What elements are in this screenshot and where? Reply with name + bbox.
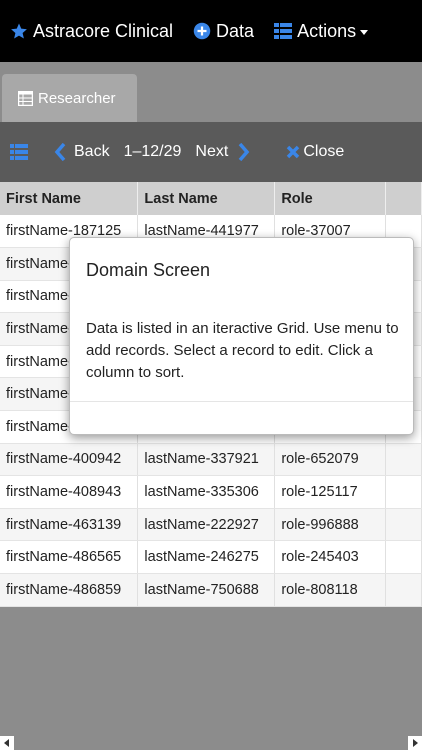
cell-first-name: firstName-408943	[0, 475, 139, 509]
cell-role: role-125117	[274, 475, 387, 509]
caret-down-icon	[360, 30, 369, 35]
cell-role: role-652079	[274, 443, 387, 477]
table-row[interactable]: firstName-463139 lastName-222927 role-9968…	[0, 508, 422, 542]
brand-label: Astracore Clinical	[33, 20, 174, 41]
back-label: Back	[74, 143, 110, 160]
cell-last-name: lastName-246275	[137, 540, 276, 575]
tab-label: Researcher	[38, 89, 116, 107]
table-row[interactable]: firstName-486565 lastName-246275 role-2454…	[0, 540, 422, 575]
cell-extra	[385, 508, 422, 542]
table-icon	[18, 90, 33, 106]
list-menu-icon[interactable]	[10, 144, 28, 160]
modal-body: Data is listed in an iteractive Grid. Us…	[86, 320, 399, 381]
grid-icon	[274, 23, 293, 39]
page-range: 1–12/29	[123, 143, 182, 160]
cell-first-name: firstName-486859	[0, 573, 139, 607]
modal-title: Domain Screen	[86, 260, 211, 280]
cell-role: role-245403	[274, 540, 387, 575]
modal-footer-divider	[70, 401, 413, 402]
close-button[interactable]: Close	[286, 143, 344, 161]
actions-label: Actions	[297, 20, 357, 41]
close-label: Close	[303, 143, 345, 160]
scroll-left-arrow-icon[interactable]	[0, 736, 14, 750]
cell-last-name: lastName-337921	[137, 443, 276, 477]
table-row[interactable]: firstName-486859 lastName-750688 role-8081…	[0, 573, 422, 607]
plus-circle-icon	[193, 22, 211, 40]
column-header-first-name[interactable]: First Name	[0, 182, 139, 215]
cell-last-name: lastName-335306	[137, 475, 276, 509]
cell-first-name: firstName-400942	[0, 443, 139, 477]
column-header-last-name[interactable]: Last Name	[137, 182, 276, 215]
tab-researcher[interactable]: Researcher	[2, 74, 137, 122]
cell-extra	[385, 540, 422, 575]
cell-first-name: firstName-463139	[0, 508, 139, 542]
brand-link[interactable]: Astracore Clinical	[10, 0, 173, 62]
cell-role: role-808118	[274, 573, 387, 607]
cell-extra	[385, 573, 422, 607]
cell-first-name: firstName-486565	[0, 540, 139, 575]
top-navbar: Astracore Clinical Data Actions	[0, 0, 422, 62]
cell-last-name: lastName-750688	[137, 573, 276, 607]
column-header-extra	[385, 182, 422, 215]
domain-screen-modal[interactable]: Domain Screen Data is listed in an itera…	[69, 237, 414, 435]
next-label: Next	[195, 143, 229, 160]
actions-dropdown[interactable]: Actions	[274, 0, 369, 62]
scroll-right-arrow-icon[interactable]	[408, 736, 422, 750]
chevron-left-icon	[54, 143, 66, 161]
tab-strip: Researcher	[0, 62, 422, 122]
column-header-role[interactable]: Role	[274, 182, 387, 215]
chevron-right-icon	[238, 143, 250, 161]
grid-header-row: First Name Last Name Role	[0, 182, 422, 215]
star-icon	[10, 22, 28, 40]
grid-toolbar: Back 1–12/29 Next Close	[0, 122, 422, 182]
next-button[interactable]: Next	[195, 143, 250, 161]
table-row[interactable]: firstName-400942 lastName-337921 role-6520…	[0, 443, 422, 477]
back-button[interactable]: Back	[54, 143, 110, 161]
data-menu-link[interactable]: Data	[193, 0, 254, 62]
cell-last-name: lastName-222927	[137, 508, 276, 542]
cell-extra	[385, 475, 422, 509]
cell-extra	[385, 443, 422, 477]
cell-role: role-996888	[274, 508, 387, 542]
table-row[interactable]: firstName-408943 lastName-335306 role-1251…	[0, 475, 422, 509]
data-label: Data	[216, 20, 255, 41]
close-icon	[286, 145, 300, 159]
